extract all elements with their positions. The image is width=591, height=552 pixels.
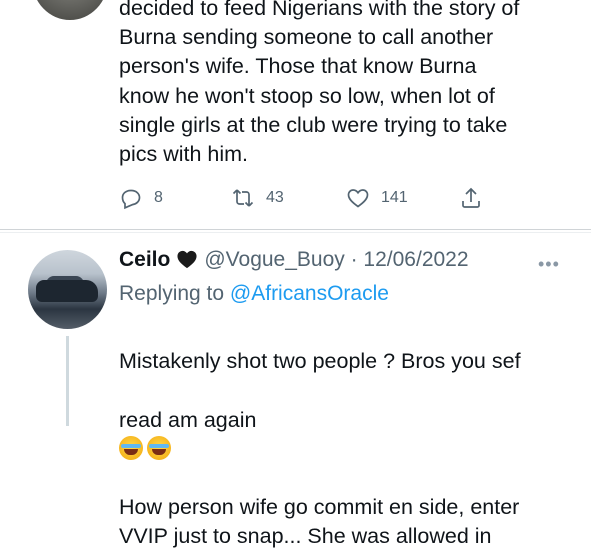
divider xyxy=(0,229,591,230)
handle-and-date[interactable]: @Vogue_Buoy · 12/06/2022 xyxy=(204,248,468,271)
tweet-header: Ceilo @Vogue_Buoy · 12/06/2022 xyxy=(119,246,469,277)
heart-outline-icon xyxy=(347,189,369,208)
reply-tweet-text: Mistakenly shot two people ? Bros you se… xyxy=(119,318,569,552)
black-heart-icon xyxy=(176,249,198,277)
display-name[interactable]: Ceilo xyxy=(119,248,170,271)
replying-label: Replying to xyxy=(119,282,230,305)
like-count: 141 xyxy=(381,189,408,206)
avatar[interactable] xyxy=(32,0,108,20)
reply-count: 8 xyxy=(154,189,163,206)
mention-link[interactable]: @AfricansOracle xyxy=(230,282,389,305)
reply-text-rest: How person wife go commit en side, enter… xyxy=(119,495,520,549)
reply-button[interactable]: 8 xyxy=(119,186,163,210)
more-dots-icon[interactable]: ••• xyxy=(538,254,560,275)
replying-to: Replying to @AfricansOracle xyxy=(119,280,389,308)
tweet-text: decided to feed Nigerians with the story… xyxy=(119,0,520,167)
share-button[interactable] xyxy=(459,186,483,210)
face-with-tears-of-joy-icon xyxy=(119,435,143,460)
reply-text-line1: Mistakenly shot two people ? Bros you se… xyxy=(119,349,521,374)
avatar[interactable] xyxy=(28,250,107,329)
share-icon xyxy=(462,187,480,208)
face-with-tears-of-joy-icon xyxy=(147,435,171,460)
reply-icon xyxy=(121,189,141,210)
divider xyxy=(0,232,591,233)
like-button[interactable]: 141 xyxy=(346,186,408,210)
thread-line xyxy=(66,336,69,426)
retweet-button[interactable]: 43 xyxy=(231,186,284,210)
retweet-count: 43 xyxy=(266,189,284,206)
retweet-icon xyxy=(232,189,254,207)
